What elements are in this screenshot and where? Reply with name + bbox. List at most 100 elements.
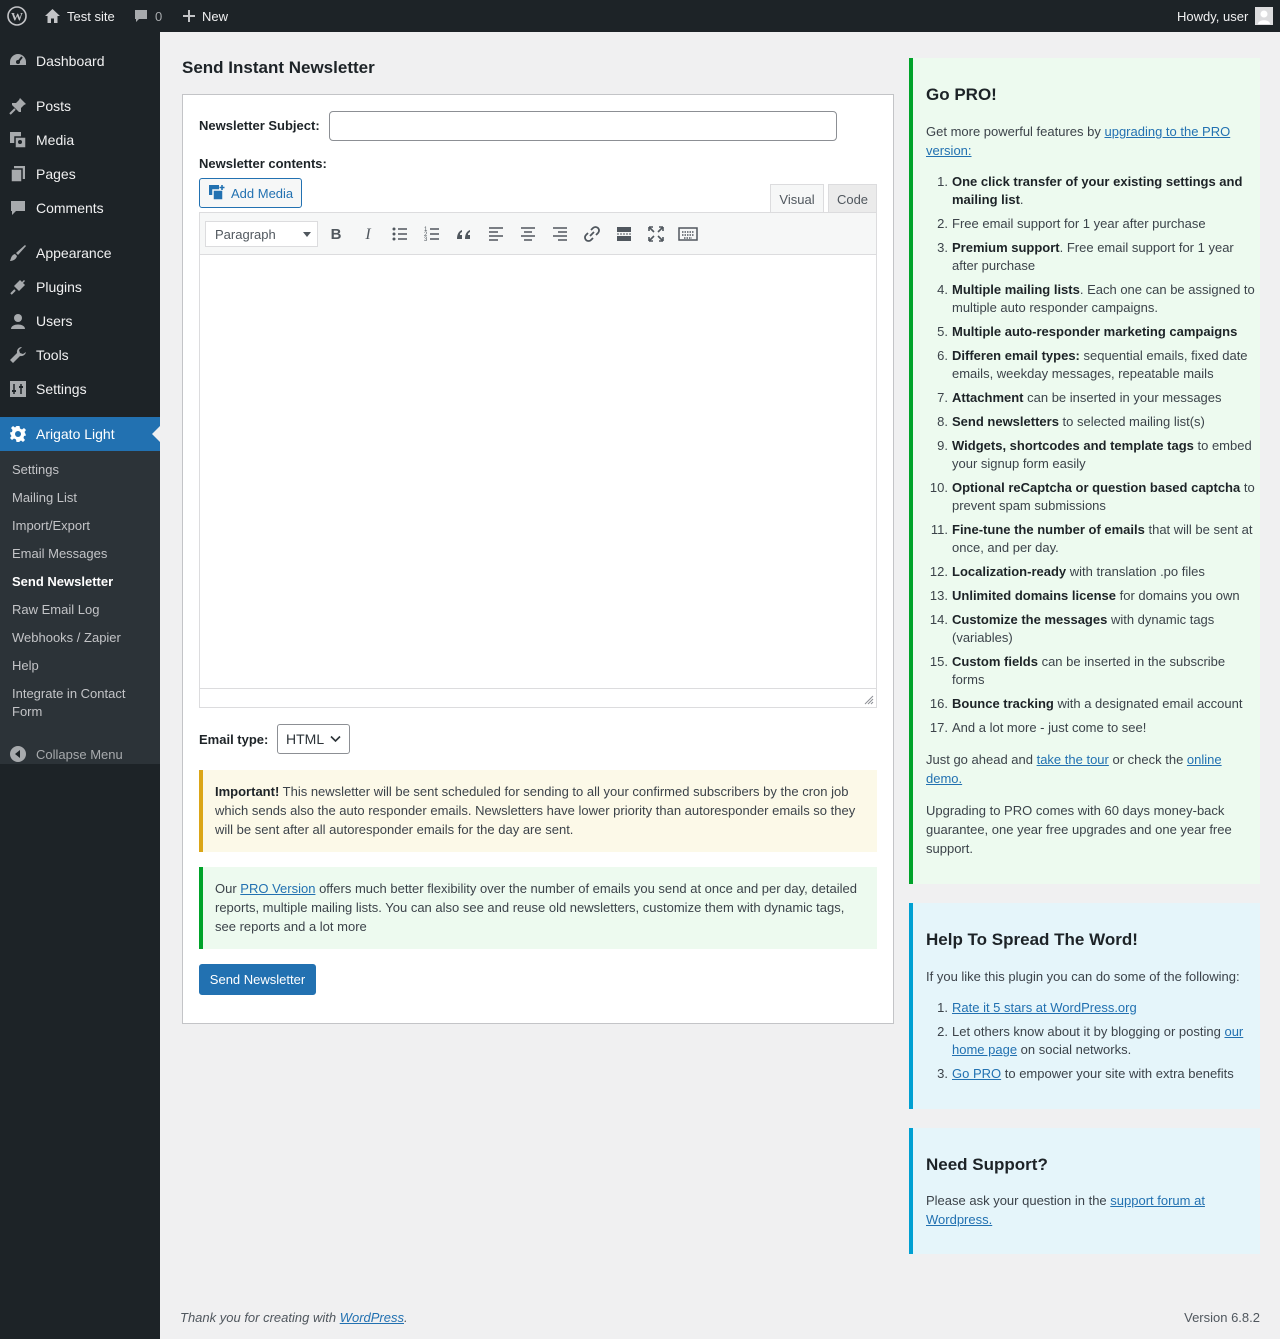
tab-visual[interactable]: Visual bbox=[770, 184, 824, 214]
sidebar-item-pages[interactable]: Pages bbox=[0, 157, 160, 191]
submenu-item-webhooks[interactable]: Webhooks / Zapier bbox=[12, 629, 152, 647]
pro-feature-text: Free email support for 1 year after purc… bbox=[952, 216, 1206, 231]
read-more-icon[interactable] bbox=[614, 224, 634, 244]
support-text: Please ask your question in the support … bbox=[926, 1191, 1252, 1229]
sidebar-item-comments[interactable]: Comments bbox=[0, 191, 160, 225]
svg-text:B: B bbox=[331, 226, 342, 243]
sidebar-item-label: Plugins bbox=[36, 279, 82, 295]
collapse-menu-button[interactable]: Collapse Menu bbox=[0, 737, 160, 771]
site-name-link[interactable]: Test site bbox=[44, 0, 115, 32]
comments-link[interactable]: 0 bbox=[133, 0, 162, 32]
pro-feature-bold: Differen email types: bbox=[952, 348, 1080, 363]
pro-feature-text: And a lot more - just come to see! bbox=[952, 720, 1147, 735]
plug-icon bbox=[9, 278, 27, 296]
go-pro-title: Go PRO! bbox=[926, 85, 997, 104]
italic-icon[interactable]: I bbox=[358, 224, 378, 244]
chevron-down-icon bbox=[303, 232, 311, 237]
pro-feature-number: 17. bbox=[929, 720, 948, 735]
new-content-link[interactable]: New bbox=[182, 0, 228, 32]
align-center-icon[interactable] bbox=[518, 224, 538, 244]
format-select-value: Paragraph bbox=[215, 226, 276, 242]
add-media-icon bbox=[208, 184, 226, 202]
take-tour-link[interactable]: take the tour bbox=[1037, 752, 1109, 767]
rate-plugin-link[interactable]: Rate it 5 stars at WordPress.org bbox=[952, 1000, 1137, 1015]
pro-feature-item: 14. Customize the messages with dynamic t… bbox=[926, 611, 1256, 647]
pro-feature-bold: Customize the messages bbox=[952, 612, 1108, 627]
numbered-list-icon[interactable]: 123 bbox=[422, 224, 442, 244]
pro-version-link[interactable]: PRO Version bbox=[240, 881, 315, 896]
newsletter-subject-input[interactable] bbox=[329, 111, 837, 141]
pro-feature-number: 5. bbox=[937, 324, 948, 339]
sidebar-item-plugins[interactable]: Plugins bbox=[0, 270, 160, 304]
gear-icon bbox=[9, 425, 27, 443]
sidebar-item-dashboard[interactable]: Dashboard bbox=[0, 44, 160, 78]
sidebar-item-arigato-light[interactable]: Arigato Light bbox=[0, 417, 160, 451]
pro-feature-text: with translation .po files bbox=[1066, 564, 1205, 579]
submenu-item-import-export[interactable]: Import/Export bbox=[12, 517, 152, 535]
pro-feature-bold: Attachment bbox=[952, 390, 1024, 405]
pro-feature-bold: Bounce tracking bbox=[952, 696, 1054, 711]
editor-content-area[interactable] bbox=[200, 256, 876, 688]
tab-code[interactable]: Code bbox=[828, 184, 877, 214]
pro-feature-number: 6. bbox=[937, 348, 948, 363]
bold-icon[interactable]: B bbox=[326, 224, 346, 244]
pro-version-notice: Our PRO Version offers much better flexi… bbox=[199, 867, 877, 949]
align-left-icon[interactable] bbox=[486, 224, 506, 244]
submenu-item-help[interactable]: Help bbox=[12, 657, 152, 675]
rich-text-editor: Paragraph B I 123 bbox=[199, 212, 877, 708]
pro-feature-item: 9. Widgets, shortcodes and template tags … bbox=[926, 437, 1256, 473]
sidebar-item-appearance[interactable]: Appearance bbox=[0, 236, 160, 270]
comment-bubble-icon bbox=[133, 8, 149, 24]
fullscreen-icon[interactable] bbox=[646, 224, 666, 244]
sidebar-item-label: Arigato Light bbox=[36, 426, 115, 442]
sidebar-item-media[interactable]: Media bbox=[0, 123, 160, 157]
submenu-item-mailing-list[interactable]: Mailing List bbox=[12, 489, 152, 507]
sidebar-item-label: Media bbox=[36, 132, 75, 148]
keyboard-toolbar-toggle-icon[interactable] bbox=[678, 224, 698, 244]
sidebar-item-posts[interactable]: Posts bbox=[0, 89, 160, 123]
blockquote-icon[interactable] bbox=[454, 224, 474, 244]
format-select[interactable]: Paragraph bbox=[205, 221, 318, 247]
submenu-item-settings[interactable]: Settings bbox=[12, 461, 152, 479]
collapse-arrow-icon bbox=[9, 745, 27, 763]
pin-icon bbox=[9, 97, 27, 115]
email-type-select[interactable]: HTML bbox=[277, 724, 350, 754]
footer-version: Version 6.8.2 bbox=[1184, 1310, 1260, 1325]
submenu-item-email-messages[interactable]: Email Messages bbox=[12, 545, 152, 563]
media-icon bbox=[9, 131, 27, 149]
sidebar-item-users[interactable]: Users bbox=[0, 304, 160, 338]
pro-feature-number: 9. bbox=[937, 438, 948, 453]
bullet-list-icon[interactable] bbox=[390, 224, 410, 244]
pro-feature-bold: Unlimited domains license bbox=[952, 588, 1116, 603]
footer-thanks: Thank you for creating with WordPress. bbox=[180, 1310, 408, 1325]
submenu-item-integrate-contact-form[interactable]: Integrate in Contact Form bbox=[12, 685, 137, 721]
go-pro-link[interactable]: Go PRO bbox=[952, 1066, 1001, 1081]
align-right-icon[interactable] bbox=[550, 224, 570, 244]
pro-feature-number: 7. bbox=[937, 390, 948, 405]
sidebar-item-settings[interactable]: Settings bbox=[0, 372, 160, 406]
submenu-item-send-newsletter[interactable]: Send Newsletter bbox=[12, 573, 152, 591]
newsletter-form: Newsletter Subject: Newsletter contents:… bbox=[182, 94, 894, 1024]
pro-feature-item: 13. Unlimited domains license for domains… bbox=[926, 587, 1256, 605]
pro-feature-text: with a designated email account bbox=[1053, 696, 1243, 711]
pro-feature-number: 8. bbox=[937, 414, 948, 429]
my-account-link[interactable]: Howdy, user bbox=[1177, 0, 1274, 32]
wordpress-link[interactable]: WordPress bbox=[340, 1310, 404, 1325]
spread-word-title: Help To Spread The Word! bbox=[926, 930, 1138, 949]
add-media-button[interactable]: Add Media bbox=[199, 178, 302, 208]
pro-feature-text: . bbox=[1019, 192, 1024, 207]
howdy-text: Howdy, user bbox=[1177, 8, 1249, 24]
resize-handle-icon[interactable] bbox=[864, 695, 874, 705]
sidebar-item-tools[interactable]: Tools bbox=[0, 338, 160, 372]
pro-feature-bold: Localization-ready bbox=[952, 564, 1067, 579]
pro-feature-text: can be inserted in your messages bbox=[1023, 390, 1222, 405]
comments-icon bbox=[9, 199, 27, 217]
link-icon[interactable] bbox=[582, 224, 602, 244]
pro-feature-bold: Optional reCaptcha or question based cap… bbox=[952, 480, 1241, 495]
pro-features-list: 1. One click transfer of your existing se… bbox=[926, 173, 1256, 743]
send-newsletter-button[interactable]: Send Newsletter bbox=[199, 964, 316, 995]
pro-notice-prefix: Our bbox=[215, 881, 241, 896]
submenu-item-raw-email-log[interactable]: Raw Email Log bbox=[12, 601, 152, 619]
pro-feature-bold: One click transfer of your existing sett… bbox=[952, 174, 1243, 207]
wordpress-logo-icon[interactable]: W bbox=[7, 0, 27, 32]
